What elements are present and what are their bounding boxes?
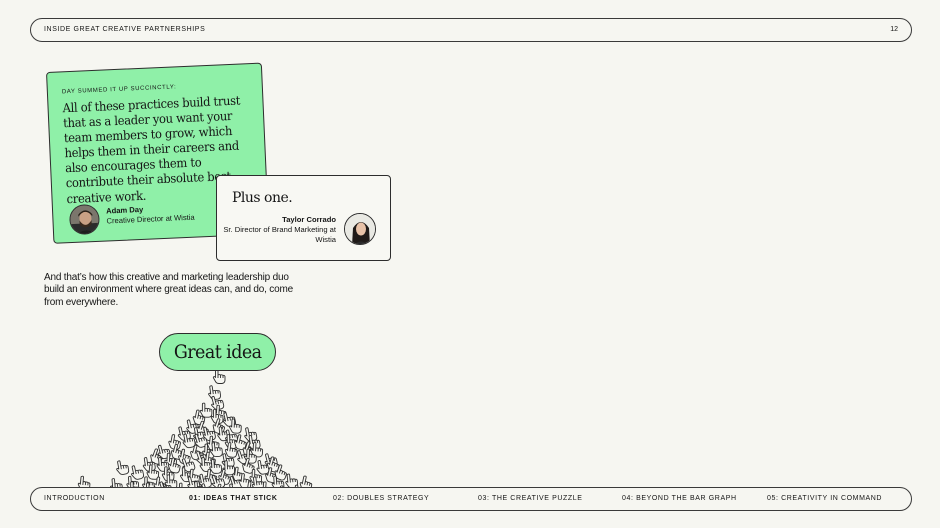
hands-illustration <box>77 368 313 501</box>
nav-creative-puzzle[interactable]: 03: THE CREATIVE PUZZLE <box>478 495 583 502</box>
footer-nav: INTRODUCTION 01: IDEAS THAT STICK 02: DO… <box>30 487 912 511</box>
pointing-hand-icon-88 <box>116 460 130 475</box>
nav-beyond-bar-graph[interactable]: 04: BEYOND THE BAR GRAPH <box>622 495 737 502</box>
pointing-hand-icon-0 <box>212 368 226 384</box>
pointing-hand-icon-52 <box>131 465 145 480</box>
nav-creativity-in-command[interactable]: 05: CREATIVITY IN COMMAND <box>767 495 882 502</box>
great-idea-label: Great idea <box>173 341 262 363</box>
nav-introduction[interactable]: INTRODUCTION <box>44 495 105 502</box>
nav-ideas-that-stick[interactable]: 01: IDEAS THAT STICK <box>189 495 278 502</box>
great-idea-bubble: Great idea <box>159 333 276 371</box>
nav-doubles-strategy[interactable]: 02: DOUBLES STRATEGY <box>333 495 429 502</box>
pointing-hand-icon-3 <box>199 402 213 418</box>
